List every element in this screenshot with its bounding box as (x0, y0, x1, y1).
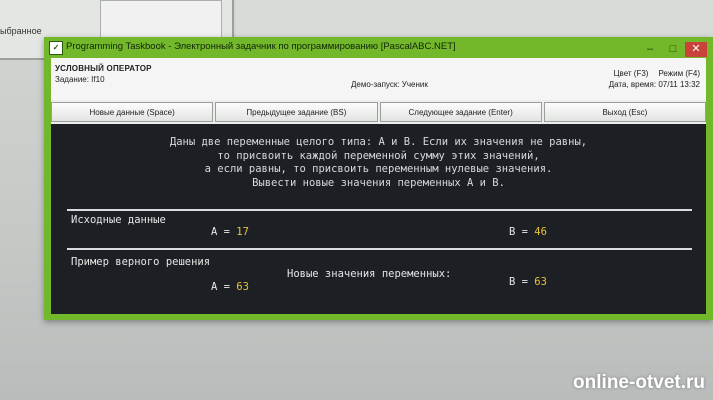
task-id: Задание: If10 (55, 75, 105, 84)
task-group-name: УСЛОВНЫЙ ОПЕРАТОР (55, 64, 152, 73)
exit-button[interactable]: Выход (Esc) (543, 102, 706, 122)
example-a-label: A = (211, 281, 237, 293)
title-bar[interactable]: ✓ Programming Taskbook - Электронный зад… (44, 37, 713, 57)
condition-line: Вывести новые значения переменных A и B. (252, 176, 505, 189)
watermark: online-otvet.ru (573, 372, 705, 393)
input-a-label: A = (211, 226, 237, 238)
example-solution-title: Пример верного решения (71, 256, 211, 268)
input-data-title: Исходные данные (71, 214, 166, 226)
minimize-button[interactable]: – (639, 42, 661, 57)
task-console: Даны две переменные целого типа: A и B. … (51, 124, 706, 314)
screen: ыбранное ✓ Programming Taskbook - Электр… (0, 0, 713, 400)
color-toggle[interactable]: Цвет (F3) (614, 69, 649, 78)
app-icon: ✓ (49, 41, 63, 55)
input-a: A = 17 (211, 226, 249, 238)
maximize-button[interactable]: □ (662, 42, 684, 57)
example-b-label: B = (509, 276, 535, 288)
separator-input (67, 209, 692, 211)
next-task-button[interactable]: Следующее задание (Enter) (379, 102, 542, 122)
input-b: B = 46 (509, 226, 547, 238)
window-title: Programming Taskbook - Электронный задач… (66, 41, 456, 52)
example-a-value: 63 (236, 281, 249, 293)
button-bar: Новые данные (Space) Предыдущее задание … (51, 102, 706, 122)
window-client: УСЛОВНЫЙ ОПЕРАТОР Задание: If10 Демо-зап… (51, 58, 706, 314)
background-panel (236, 0, 713, 41)
task-condition: Даны две переменные целого типа: A и B. … (51, 136, 706, 190)
settings-info: Цвет (F3) Режим (F4) Дата, время: 07/11 1… (604, 68, 700, 90)
date-time: Дата, время: 07/11 13:32 (608, 80, 700, 89)
input-b-label: B = (509, 226, 535, 238)
info-bar: УСЛОВНЫЙ ОПЕРАТОР Задание: If10 Демо-зап… (51, 58, 706, 100)
previous-task-button[interactable]: Предыдущее задание (BS) (215, 102, 378, 122)
condition-line: а если равны, то присвоить переменным ну… (204, 163, 553, 175)
condition-line: Даны две переменные целого типа: A и B. … (169, 136, 588, 148)
example-a: A = 63 (211, 281, 249, 293)
mode-toggle[interactable]: Режим (F4) (658, 69, 700, 78)
new-data-button[interactable]: Новые данные (Space) (51, 102, 214, 122)
demo-mode-label: Демо-запуск: Ученик (351, 80, 428, 89)
close-button[interactable]: ✕ (685, 42, 707, 57)
example-b-value: 63 (534, 276, 547, 288)
window-controls: – □ ✕ (638, 39, 707, 57)
input-b-value: 46 (534, 226, 547, 238)
taskbook-window: ✓ Programming Taskbook - Электронный зад… (44, 37, 713, 320)
task-info: УСЛОВНЫЙ ОПЕРАТОР Задание: If10 (55, 63, 152, 85)
background-window-text: ыбранное (0, 26, 42, 36)
example-b: B = 63 (509, 276, 547, 288)
example-caption: Новые значения переменных: (287, 268, 452, 280)
separator-example (67, 248, 692, 250)
condition-line: то присвоить каждой переменной сумму эти… (217, 149, 540, 162)
input-a-value: 17 (236, 226, 249, 238)
